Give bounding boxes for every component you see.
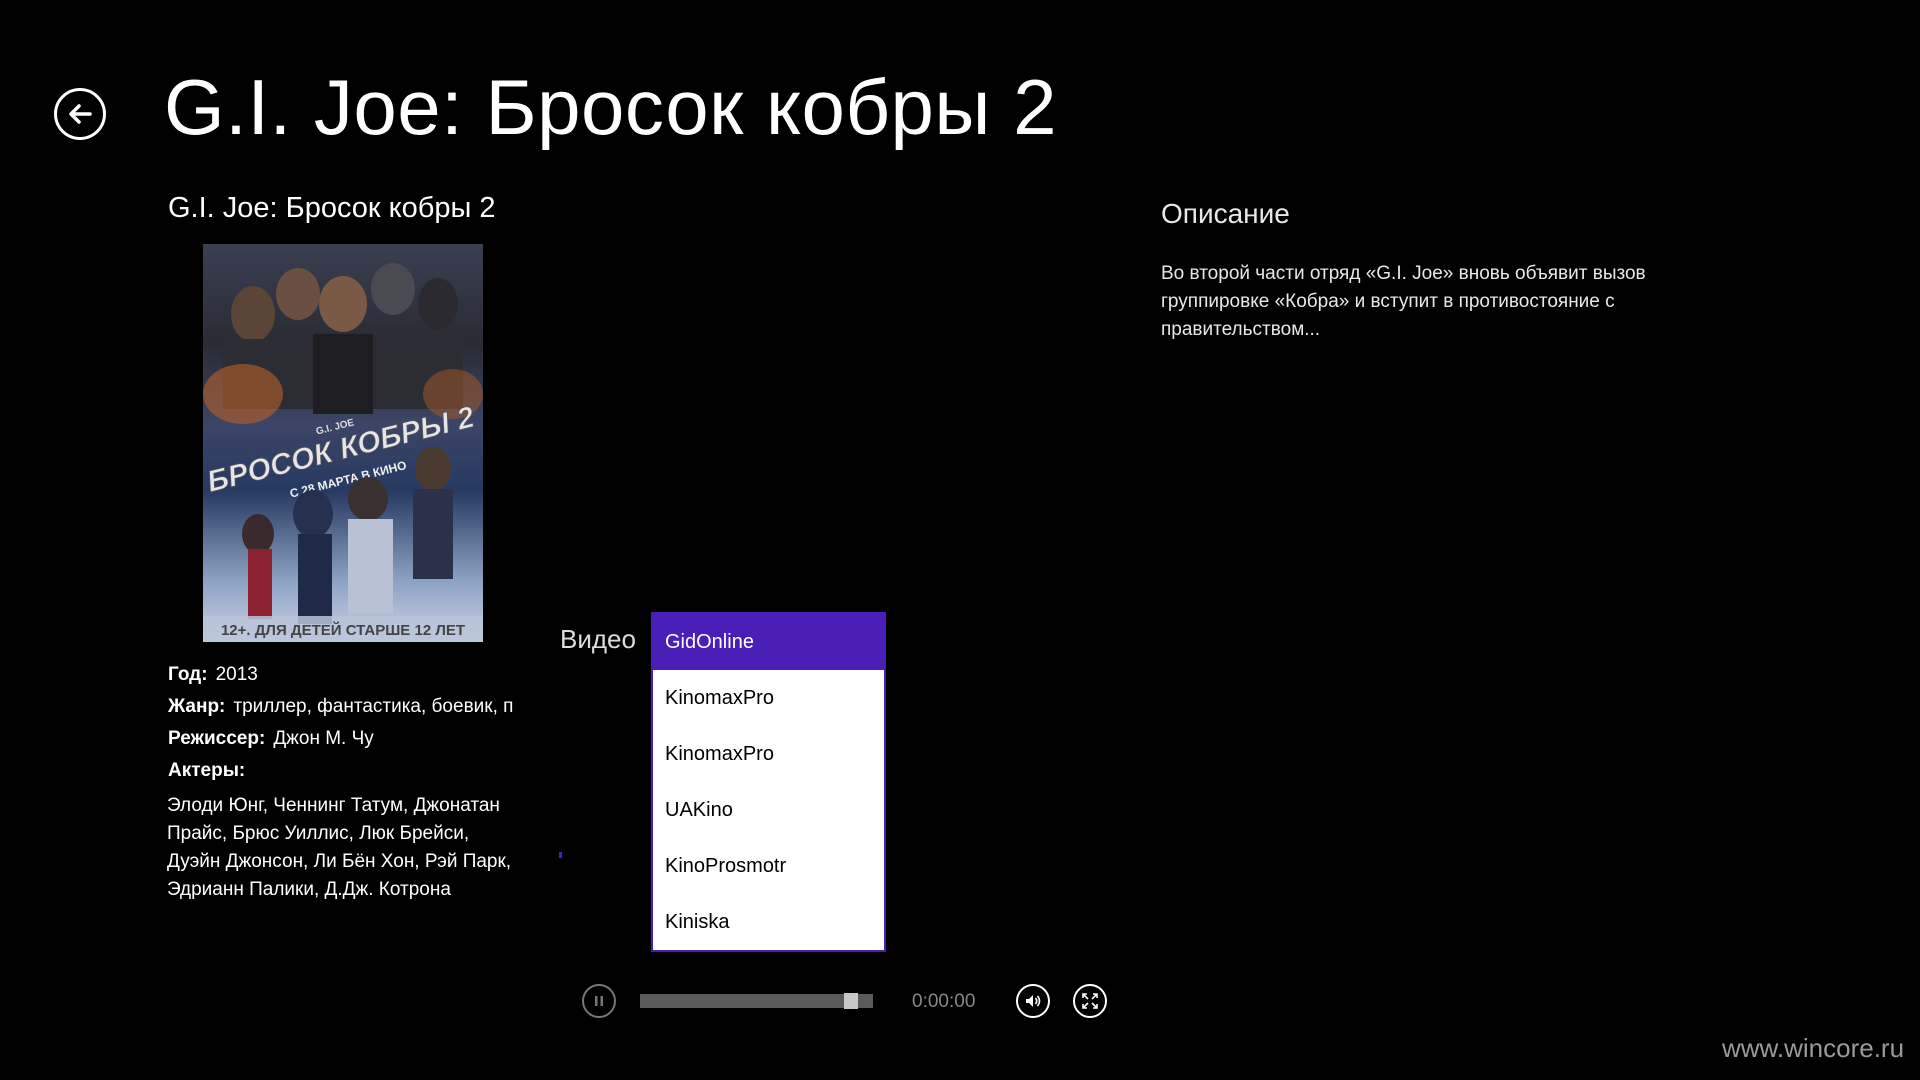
director-value: Джон М. Чу: [273, 728, 374, 749]
fullscreen-button[interactable]: [1073, 984, 1107, 1018]
description-heading: Описание: [1161, 198, 1290, 229]
volume-button[interactable]: [1016, 984, 1050, 1018]
video-source-item[interactable]: Kiniska: [653, 894, 884, 950]
movie-poster: G.I. JOE БРОСОК КОБРЫ 2 С 28 МАРТА В КИН…: [203, 244, 483, 642]
actors-label: Актеры:: [168, 760, 246, 781]
fullscreen-icon: [1082, 993, 1098, 1009]
info-director: Режиссер: Джон М. Чу: [168, 728, 374, 750]
info-genre: Жанр: триллер, фантастика, боевик, п: [168, 696, 518, 718]
actors-list: Элоди Юнг, Ченнинг Татум, Джонатан Прайс…: [167, 795, 512, 900]
movie-title: G.I. Joe: Бросок кобры 2: [168, 192, 496, 224]
pause-button[interactable]: [582, 984, 616, 1018]
page-title: G.I. Joe: Бросок кобры 2: [164, 63, 1058, 151]
progress-thumb[interactable]: [844, 993, 858, 1009]
poster-age-text: 12+. ДЛЯ ДЕТЕЙ СТАРШЕ 12 ЛЕТ: [221, 621, 465, 639]
pause-icon: [595, 996, 603, 1006]
focus-mark: [559, 852, 562, 858]
watermark: www.wincore.ru: [1722, 1033, 1905, 1063]
back-arrow-icon: [69, 104, 92, 124]
video-source-item[interactable]: UAKino: [653, 782, 884, 838]
description-text: Во второй части отряд «G.I. Joe» вновь о…: [1161, 263, 1646, 340]
progress-slider[interactable]: [640, 994, 873, 1008]
video-source-item[interactable]: KinomaxPro: [653, 726, 884, 782]
year-value: 2013: [215, 664, 258, 685]
volume-icon: [1026, 995, 1041, 1007]
video-source-dropdown[interactable]: GidOnline KinomaxPro KinomaxPro UAKino K…: [651, 612, 886, 952]
back-button[interactable]: [54, 88, 106, 140]
year-label: Год:: [168, 664, 208, 685]
video-source-item[interactable]: KinomaxPro: [653, 670, 884, 726]
info-year: Год: 2013: [168, 664, 258, 686]
genre-value: триллер, фантастика, боевик, п: [233, 696, 514, 717]
video-source-item[interactable]: KinoProsmotr: [653, 838, 884, 894]
director-label: Режиссер:: [168, 728, 266, 749]
genre-label: Жанр:: [168, 696, 226, 717]
video-source-item[interactable]: GidOnline: [653, 614, 884, 670]
video-label: Видео: [560, 624, 636, 654]
time-display: 0:00:00: [912, 991, 976, 1012]
